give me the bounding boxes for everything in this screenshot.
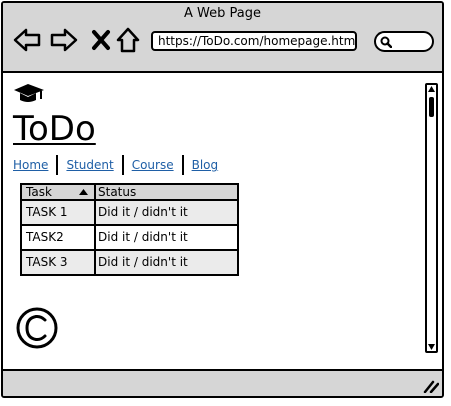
- search-input[interactable]: [374, 31, 434, 52]
- nav-link-blog[interactable]: Blog: [190, 158, 221, 172]
- window-title: A Web Page: [184, 6, 261, 21]
- back-button[interactable]: [13, 27, 41, 53]
- task-cell: TASK 3: [22, 251, 96, 274]
- status-cell: Did it / didn't it: [98, 205, 188, 219]
- task-cell: TASK 1: [22, 201, 96, 224]
- scroll-up-arrow-icon[interactable]: [428, 86, 435, 92]
- table-header: Task Status: [22, 185, 237, 201]
- table-row[interactable]: TASK 3 Did it / didn't it: [22, 251, 237, 274]
- forward-button[interactable]: [50, 27, 78, 53]
- site-title[interactable]: ToDo: [13, 109, 96, 149]
- column-header-task-label: Task: [26, 185, 52, 199]
- scroll-down-arrow-icon[interactable]: [428, 344, 435, 350]
- status-bar: [3, 369, 442, 396]
- home-button[interactable]: [114, 27, 142, 53]
- browser-window: A Web Page https://ToDo.com/homepage.htm: [1, 1, 444, 398]
- copyright-icon: [16, 307, 58, 349]
- status-cell: Did it / didn't it: [98, 255, 188, 269]
- nav-divider: [121, 155, 124, 175]
- nav-divider: [56, 155, 59, 175]
- sort-ascending-icon: [79, 189, 88, 195]
- nav-divider: [181, 155, 184, 175]
- vertical-scrollbar[interactable]: [425, 83, 438, 353]
- table-row[interactable]: TASK 1 Did it / didn't it: [22, 201, 237, 226]
- scrollbar-thumb[interactable]: [429, 97, 434, 117]
- title-bar: A Web Page https://ToDo.com/homepage.htm: [3, 3, 442, 73]
- close-x-icon: [92, 30, 110, 50]
- home-icon: [116, 27, 140, 53]
- stop-button[interactable]: [87, 27, 115, 53]
- main-nav: Home Student Course Blog: [11, 155, 220, 175]
- table-row[interactable]: TASK2 Did it / didn't it: [22, 226, 237, 251]
- task-table: Task Status TASK 1 Did it / didn't it TA…: [20, 183, 239, 276]
- nav-link-course[interactable]: Course: [130, 158, 176, 172]
- graduation-cap-icon: [14, 84, 44, 102]
- task-cell: TASK2: [22, 226, 96, 249]
- nav-link-home[interactable]: Home: [11, 158, 50, 172]
- column-header-status[interactable]: Status: [96, 185, 237, 199]
- resize-grip-icon[interactable]: [423, 379, 439, 393]
- page-content: ToDo Home Student Course Blog Task Statu…: [3, 73, 422, 369]
- search-icon: [380, 36, 392, 48]
- status-cell: Did it / didn't it: [98, 230, 188, 244]
- url-input[interactable]: https://ToDo.com/homepage.htm: [151, 31, 357, 51]
- back-arrow-icon: [13, 28, 41, 52]
- column-header-task[interactable]: Task: [22, 185, 96, 199]
- nav-link-student[interactable]: Student: [64, 158, 115, 172]
- forward-arrow-icon: [50, 28, 78, 52]
